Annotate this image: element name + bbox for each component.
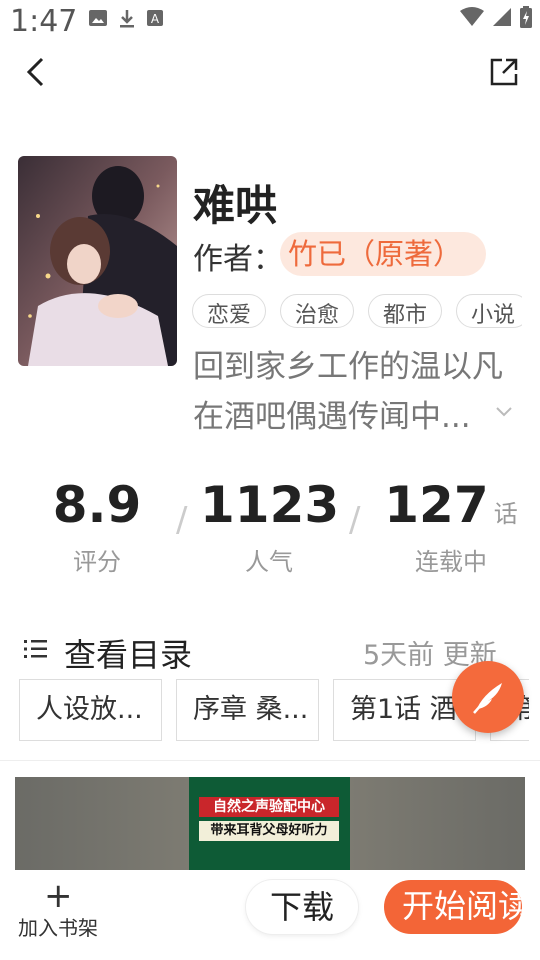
stat-rating: 8.9 评分: [32, 476, 162, 577]
ad-background: [15, 777, 189, 877]
chevron-left-icon: [26, 57, 44, 87]
status-notification-icons: A: [88, 9, 164, 29]
status-time: 1:47: [10, 4, 78, 39]
stat-episodes: 127 话 连载中: [376, 476, 526, 577]
battery-icon: [520, 6, 532, 28]
share-button[interactable]: [482, 50, 526, 94]
tag-chip[interactable]: 都市: [368, 294, 443, 328]
section-divider: [0, 760, 540, 761]
svg-text:A: A: [151, 12, 160, 26]
episodes-unit: 话: [493, 500, 518, 528]
share-icon: [490, 58, 518, 86]
list-icon: [24, 638, 48, 664]
book-description[interactable]: 回到家乡工作的温以凡 在酒吧偶遇传闻中...: [193, 342, 523, 442]
tag-chip[interactable]: 恋爱: [192, 294, 267, 328]
episodes-label: 连载中: [415, 548, 487, 576]
ad-banner[interactable]: 自然之声验配中心 带来耳背父母好听力: [15, 777, 525, 877]
expand-description-button[interactable]: [495, 403, 513, 422]
popularity-value: 1123: [200, 476, 340, 534]
author-chip[interactable]: 竹已（原著）: [280, 232, 487, 276]
tag-chip[interactable]: 治愈: [280, 294, 355, 328]
download-icon: [120, 10, 134, 28]
rating-label: 评分: [73, 548, 121, 576]
font-icon: A: [147, 10, 163, 26]
comment-fab-button[interactable]: [452, 661, 524, 733]
ad-poster: 自然之声验配中心 带来耳背父母好听力: [189, 777, 350, 877]
back-button[interactable]: [14, 50, 58, 94]
tag-chip[interactable]: 小说: [456, 294, 522, 328]
chevron-down-icon: [496, 407, 512, 417]
stat-divider: /: [176, 500, 188, 540]
ad-background: [350, 777, 525, 877]
book-cover[interactable]: [18, 156, 177, 366]
rating-value: 8.9: [52, 476, 142, 534]
description-line: 回到家乡工作的温以凡: [193, 349, 503, 385]
stat-popularity: 1123 人气: [200, 476, 340, 577]
signal-icon: [493, 8, 511, 26]
catalog-title[interactable]: 查看目录: [64, 630, 192, 676]
ad-headline: 自然之声验配中心: [199, 797, 339, 817]
author-label: 作者：: [193, 242, 283, 277]
description-line: 在酒吧偶遇传闻中...: [193, 399, 471, 435]
ad-subline: 带来耳背父母好听力: [199, 821, 339, 841]
episodes-value: 127: [384, 476, 489, 534]
tag-list: 恋爱 治愈 都市 小说: [192, 294, 522, 328]
image-icon: [89, 10, 107, 26]
stat-divider: /: [349, 500, 361, 540]
start-reading-button[interactable]: 开始阅读: [384, 880, 522, 934]
wifi-icon: [460, 7, 484, 26]
quill-icon: [473, 683, 502, 714]
chapter-item[interactable]: 人设放...: [19, 679, 162, 741]
popularity-label: 人气: [245, 548, 293, 576]
download-button[interactable]: 下载: [246, 880, 358, 934]
chapter-item[interactable]: 序章 桑...: [176, 679, 319, 741]
book-title: 难哄: [193, 181, 278, 230]
add-to-shelf-label[interactable]: 加入书架: [18, 912, 98, 941]
status-system-icons: [460, 6, 532, 28]
cover-illustration: [18, 156, 177, 366]
plus-icon[interactable]: +: [44, 876, 73, 916]
